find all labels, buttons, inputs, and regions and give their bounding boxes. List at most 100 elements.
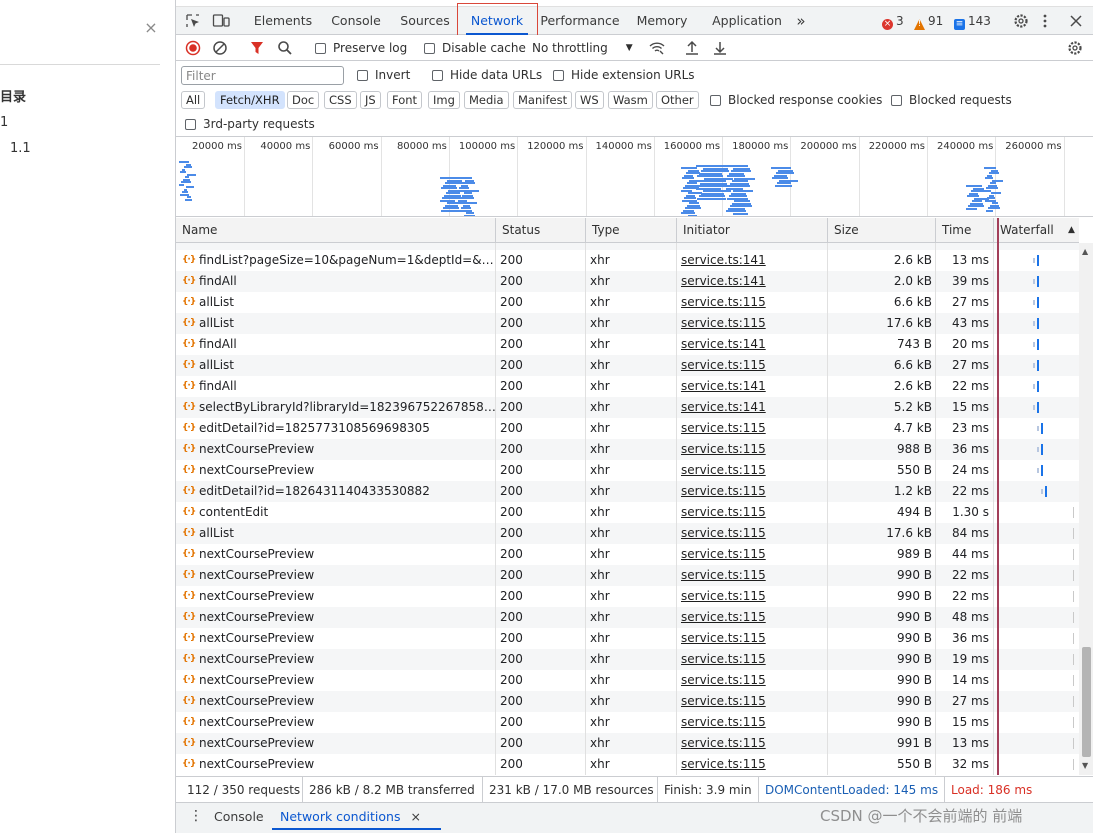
request-initiator-link[interactable]: service.ts:115 — [681, 292, 826, 313]
blocked-response-cookies-checkbox[interactable]: Blocked response cookies — [710, 93, 882, 107]
network-settings-gear-icon[interactable] — [1067, 40, 1083, 56]
request-name[interactable]: {·} findList?pageSize=10&pageNum=1&deptId… — [182, 250, 496, 271]
request-name[interactable]: {·} nextCoursePreview — [182, 670, 496, 691]
device-toolbar-icon[interactable] — [212, 13, 230, 29]
request-initiator-link[interactable]: service.ts:115 — [681, 502, 826, 523]
request-row[interactable]: {·} nextCoursePreview 200 xhr service.ts:115… — [176, 460, 1079, 481]
disable-cache-checkbox[interactable]: Disable cache — [424, 41, 526, 55]
column-header-status[interactable]: Status — [495, 218, 585, 243]
type-filter-ws[interactable]: WS — [575, 91, 604, 109]
waterfall-bar[interactable] — [1073, 738, 1074, 749]
close-drawer-tab-icon[interactable]: × — [410, 809, 420, 824]
request-name[interactable]: {·} editDetail?id=1826431140433530882 — [182, 481, 496, 502]
request-initiator-link[interactable]: service.ts:115 — [681, 355, 826, 376]
request-name[interactable]: {·} allList — [182, 292, 496, 313]
request-initiator-link[interactable]: service.ts:141 — [681, 397, 826, 418]
waterfall-bar[interactable] — [1041, 444, 1043, 455]
request-initiator-link[interactable]: service.ts:115 — [681, 481, 826, 502]
filter-input[interactable] — [181, 66, 344, 85]
request-name[interactable]: {·} nextCoursePreview — [182, 628, 496, 649]
request-name[interactable]: {·} findAll — [182, 376, 496, 397]
waterfall-bar[interactable] — [1073, 570, 1074, 581]
request-row[interactable]: {·} nextCoursePreview 200 xhr service.ts:115… — [176, 754, 1079, 775]
waterfall-bar[interactable] — [1073, 612, 1074, 623]
request-row[interactable]: {·} selectByLibraryId?libraryId=182396752… — [176, 397, 1079, 418]
request-initiator-link[interactable]: service.ts:115 — [681, 418, 826, 439]
tab-elements[interactable]: Elements — [250, 7, 316, 35]
column-header-name[interactable]: Name — [176, 218, 496, 243]
kebab-menu-icon[interactable] — [1042, 13, 1048, 29]
close-devtools-icon[interactable] — [1069, 14, 1083, 28]
request-name[interactable]: {·} nextCoursePreview — [182, 586, 496, 607]
request-initiator-link[interactable]: service.ts:115 — [681, 313, 826, 334]
column-header-initiator[interactable]: Initiator — [676, 218, 827, 243]
waterfall-bar[interactable] — [1041, 423, 1043, 434]
request-row[interactable]: {·} nextCoursePreview 200 xhr service.ts:115… — [176, 670, 1079, 691]
hide-data-urls-box[interactable] — [432, 69, 443, 81]
request-initiator-link[interactable]: service.ts:115 — [681, 670, 826, 691]
request-initiator-link[interactable]: service.ts:115 — [681, 649, 826, 670]
request-row[interactable]: {·} findList?pageSize=10&pageNum=1&deptId… — [176, 250, 1079, 271]
type-filter-media[interactable]: Media — [464, 91, 509, 109]
third-party-requests-box[interactable] — [185, 118, 196, 130]
request-initiator-link[interactable]: service.ts:115 — [681, 733, 826, 754]
preserve-log-box[interactable] — [315, 42, 326, 54]
request-list-scrollbar[interactable]: ▲ ▼ — [1079, 243, 1093, 775]
request-row[interactable]: {·} nextCoursePreview 200 xhr service.ts:115… — [176, 607, 1079, 628]
type-filter-other[interactable]: Other — [656, 91, 699, 109]
request-name[interactable]: {·} contentEdit — [182, 502, 496, 523]
waterfall-bar[interactable] — [1045, 486, 1047, 497]
type-filter-css[interactable]: CSS — [324, 91, 357, 109]
request-name[interactable]: {·} nextCoursePreview — [182, 733, 496, 754]
hide-extension-urls-checkbox[interactable]: Hide extension URLs — [553, 68, 695, 82]
request-initiator-link[interactable]: service.ts:115 — [681, 754, 826, 775]
import-har-upload-icon[interactable] — [685, 40, 699, 56]
waterfall-bar[interactable] — [1073, 528, 1074, 539]
request-initiator-link[interactable]: service.ts:115 — [681, 607, 826, 628]
request-row[interactable]: {·} allList 200 xhr service.ts:115 6.6 kB 27 m… — [176, 292, 1079, 313]
column-header-size[interactable]: Size — [827, 218, 935, 243]
network-overview-timeline[interactable]: 20000 ms 40000 ms 60000 ms 80000 ms 100000 m… — [176, 137, 1093, 217]
request-initiator-link[interactable]: service.ts:141 — [681, 250, 826, 271]
request-row[interactable]: {·} editDetail?id=1826431140433530882 200 x… — [176, 481, 1079, 502]
request-row[interactable]: {·} nextCoursePreview 200 xhr service.ts:115… — [176, 691, 1079, 712]
request-name[interactable]: {·} nextCoursePreview — [182, 649, 496, 670]
request-row[interactable]: {·} editDetail?id=1825773108569698305 200 x… — [176, 418, 1079, 439]
third-party-requests-checkbox[interactable]: 3rd-party requests — [185, 117, 315, 131]
clear-icon[interactable] — [212, 40, 228, 56]
request-initiator-link[interactable]: service.ts:115 — [681, 586, 826, 607]
request-initiator-link[interactable]: service.ts:141 — [681, 334, 826, 355]
tab-console[interactable]: Console — [326, 7, 386, 35]
toc-item-1-1[interactable]: 1.1 — [10, 141, 31, 156]
waterfall-bar[interactable] — [1073, 591, 1074, 602]
waterfall-bar[interactable] — [1037, 318, 1039, 329]
settings-gear-icon[interactable] — [1013, 13, 1029, 29]
type-filter-doc[interactable]: Doc — [287, 91, 320, 109]
request-row[interactable]: {·} nextCoursePreview 200 xhr service.ts:115… — [176, 439, 1079, 460]
request-initiator-link[interactable]: service.ts:141 — [681, 271, 826, 292]
request-initiator-link[interactable]: service.ts:115 — [681, 523, 826, 544]
waterfall-bar[interactable] — [1073, 633, 1074, 644]
waterfall-bar[interactable] — [1037, 276, 1039, 287]
request-row[interactable]: {·} allList 200 xhr service.ts:115 17.6 kB 43 … — [176, 313, 1079, 334]
request-row[interactable]: {·} findAll 200 xhr service.ts:141 743 B 20 ms — [176, 334, 1079, 355]
request-initiator-link[interactable]: service.ts:115 — [681, 565, 826, 586]
stop-recording-icon[interactable] — [185, 40, 201, 56]
scrollbar-thumb[interactable] — [1082, 647, 1091, 757]
tab-performance[interactable]: Performance — [538, 7, 622, 35]
waterfall-bar[interactable] — [1041, 465, 1043, 476]
more-tabs-icon[interactable]: » — [790, 7, 812, 35]
export-har-download-icon[interactable] — [713, 40, 727, 56]
waterfall-bar[interactable] — [1037, 255, 1039, 266]
column-header-waterfall[interactable]: Waterfall ▲ — [993, 218, 1079, 243]
waterfall-bar[interactable] — [1073, 717, 1074, 728]
invert-checkbox[interactable]: Invert — [357, 68, 410, 82]
request-initiator-link[interactable]: service.ts:115 — [681, 544, 826, 565]
request-row[interactable]: {·} findAll 200 xhr service.ts:141 2.0 kB 39 m… — [176, 271, 1079, 292]
network-conditions-wifi-icon[interactable] — [648, 40, 666, 56]
request-initiator-link[interactable]: service.ts:141 — [681, 376, 826, 397]
tab-memory[interactable]: Memory — [632, 7, 692, 35]
close-icon[interactable]: × — [143, 20, 159, 36]
request-name[interactable]: {·} editDetail?id=1825773108569698305 — [182, 418, 496, 439]
request-name[interactable]: {·} allList — [182, 523, 496, 544]
